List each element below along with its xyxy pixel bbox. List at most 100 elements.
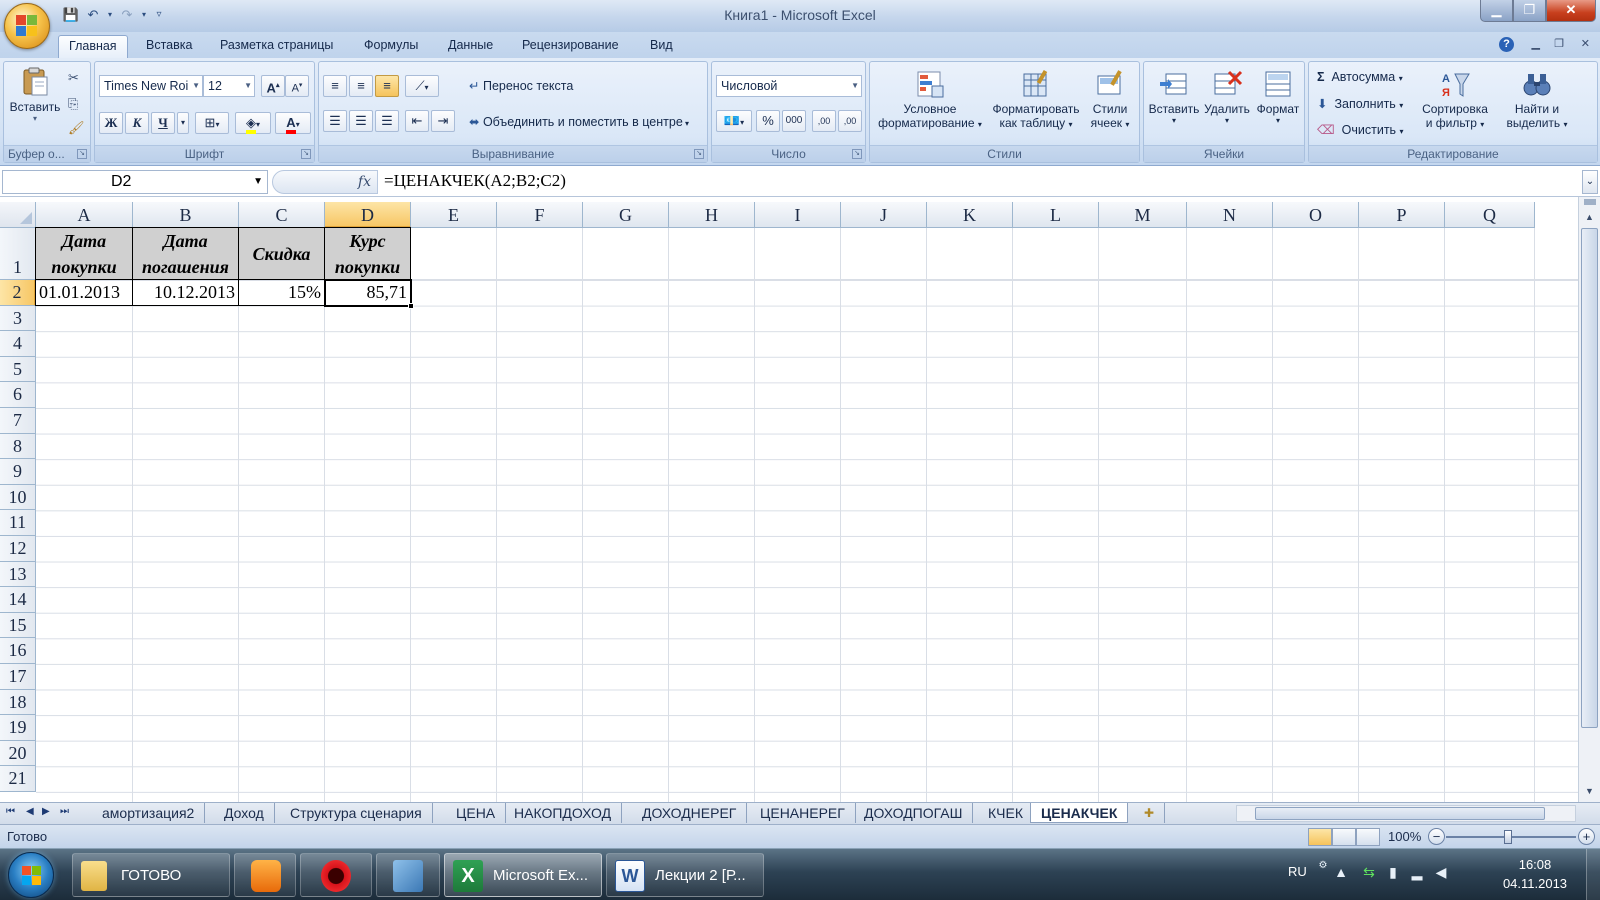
normal-view-icon[interactable]	[1308, 828, 1332, 846]
copy-icon[interactable]: ⎘	[68, 96, 78, 112]
formula-input[interactable]: =ЦЕНАКЧЕК(A2;B2;C2)	[384, 171, 566, 191]
row-header-10[interactable]: 10	[0, 484, 36, 511]
scroll-down-icon[interactable]: ▼	[1581, 783, 1598, 800]
align-center-button[interactable]: ☰	[349, 110, 373, 132]
row-header-16[interactable]: 16	[0, 638, 36, 664]
fill-handle[interactable]	[408, 302, 414, 309]
sheet-tab-7[interactable]: ЦЕНАНЕРЕГ	[750, 803, 856, 823]
ribbon-close-icon[interactable]: ✕	[1581, 37, 1590, 50]
tab-formulas[interactable]: Формулы	[364, 38, 418, 52]
help-icon[interactable]: ?	[1499, 37, 1514, 52]
alignment-launcher-icon[interactable]: ↘	[694, 149, 704, 159]
volume-icon[interactable]: ◀	[1432, 863, 1450, 881]
column-header-a[interactable]: A	[36, 202, 133, 228]
currency-button[interactable]: 💶▾	[716, 110, 752, 132]
number-launcher-icon[interactable]: ↘	[852, 149, 862, 159]
column-header-g[interactable]: G	[583, 202, 669, 228]
align-right-button[interactable]: ☰	[375, 110, 399, 132]
column-header-d[interactable]: D	[325, 202, 411, 228]
column-header-n[interactable]: N	[1187, 202, 1273, 228]
taskbar-word[interactable]: W Лекции 2 [Р...	[606, 853, 764, 897]
split-handle-icon[interactable]	[1584, 199, 1596, 205]
format-painter-icon[interactable]: 🖌	[68, 120, 85, 136]
sheet-tab-1[interactable]: амортизация2	[92, 803, 206, 823]
borders-button[interactable]: ⊞▾	[195, 112, 229, 134]
row-header-6[interactable]: 6	[0, 382, 36, 408]
select-all-button[interactable]	[0, 202, 36, 228]
row-header-13[interactable]: 13	[0, 561, 36, 588]
page-break-view-icon[interactable]	[1356, 828, 1380, 846]
align-middle-button[interactable]: ≡	[349, 75, 373, 97]
vertical-scroll-thumb[interactable]	[1581, 228, 1598, 728]
font-color-button[interactable]: A▾	[275, 112, 311, 134]
cell-styles-button[interactable]: Стили ячеек ▾	[1082, 68, 1138, 130]
network-sync-icon[interactable]: ⇆	[1360, 863, 1378, 881]
font-size-combo[interactable]: 12 ▼	[203, 75, 255, 97]
find-select-button[interactable]: Найти и выделить ▾	[1497, 68, 1577, 130]
column-header-f[interactable]: F	[497, 202, 583, 228]
cell-c1[interactable]: Скидка	[238, 227, 325, 280]
sheet-tab-8[interactable]: ДОХОДПОГАШ	[854, 803, 974, 823]
row-header-18[interactable]: 18	[0, 689, 36, 716]
tab-review[interactable]: Рецензирование	[522, 38, 619, 52]
taskbar-folder[interactable]: ГОТОВО	[72, 853, 230, 897]
row-header-17[interactable]: 17	[0, 664, 36, 690]
merge-center-button[interactable]: ⬌ Объединить и поместить в центре ▾	[469, 114, 689, 129]
column-header-j[interactable]: J	[841, 202, 927, 228]
format-as-table-button[interactable]: Форматировать как таблицу ▾	[986, 68, 1086, 130]
taskbar-opera[interactable]	[300, 853, 372, 897]
tab-home[interactable]: Главная	[58, 35, 128, 59]
font-launcher-icon[interactable]: ↘	[301, 149, 311, 159]
language-bar-icon[interactable]: ⚙	[1314, 857, 1332, 875]
close-button[interactable]: ✕	[1546, 0, 1596, 22]
column-header-i[interactable]: I	[755, 202, 841, 228]
sheet-tab-4[interactable]: ЦЕНА	[446, 803, 507, 823]
clear-button[interactable]: ⌫ Очистить ▾	[1317, 122, 1404, 137]
grow-font-button[interactable]: A▴	[261, 75, 285, 97]
taskbar-excel[interactable]: X Microsoft Ex...	[444, 853, 602, 897]
cell-d1[interactable]: Курс покупки	[324, 227, 411, 280]
tab-view[interactable]: Вид	[650, 38, 673, 52]
zoom-slider-thumb[interactable]	[1504, 830, 1512, 844]
font-name-combo[interactable]: Times New Roi ▼	[99, 75, 203, 97]
zoom-in-button[interactable]: +	[1578, 828, 1595, 845]
decrease-decimal-button[interactable]: ,00	[838, 110, 862, 132]
sheet-tab-9[interactable]: КЧЕК	[978, 803, 1034, 823]
cell-a2[interactable]: 01.01.2013	[35, 279, 133, 306]
percent-button[interactable]: %	[756, 110, 780, 132]
format-cells-button[interactable]: Формат ▾	[1252, 68, 1304, 125]
column-header-h[interactable]: H	[669, 202, 755, 228]
tab-insert[interactable]: Вставка	[146, 38, 192, 52]
last-sheet-icon[interactable]: ⏭	[60, 806, 69, 817]
row-header-15[interactable]: 15	[0, 612, 36, 639]
expand-formula-bar-icon[interactable]: ⌄	[1582, 170, 1598, 194]
maximize-button[interactable]: ❐	[1513, 0, 1546, 22]
row-header-7[interactable]: 7	[0, 408, 36, 434]
vertical-scrollbar[interactable]: ▲ ▼	[1578, 197, 1600, 802]
row-header-21[interactable]: 21	[0, 766, 36, 792]
cell-area[interactable]	[36, 280, 1578, 802]
cell-b1[interactable]: Дата погашения	[132, 227, 239, 280]
row-header-3[interactable]: 3	[0, 305, 36, 332]
row-header-20[interactable]: 20	[0, 740, 36, 767]
column-header-o[interactable]: O	[1273, 202, 1359, 228]
clipboard-launcher-icon[interactable]: ↘	[77, 149, 87, 159]
increase-indent-button[interactable]: ⇥	[431, 110, 455, 132]
language-indicator[interactable]: RU	[1288, 864, 1307, 879]
wrap-text-button[interactable]: ↵ Перенос текста	[469, 78, 573, 93]
insert-function-icon[interactable]: fx	[358, 174, 371, 190]
column-header-l[interactable]: L	[1013, 202, 1099, 228]
horizontal-scroll-thumb[interactable]	[1255, 807, 1545, 820]
ribbon-minimize-icon[interactable]: ▁	[1532, 37, 1540, 50]
shrink-font-button[interactable]: A▾	[285, 75, 309, 97]
first-sheet-icon[interactable]: ⏮	[6, 806, 15, 817]
underline-dropdown-icon[interactable]: ▾	[177, 112, 189, 134]
row-header-12[interactable]: 12	[0, 536, 36, 562]
minimize-button[interactable]: ▁	[1480, 0, 1513, 22]
ribbon-restore-icon[interactable]: ❐	[1554, 37, 1564, 50]
row-header-8[interactable]: 8	[0, 433, 36, 460]
orientation-button[interactable]: ⟋▾	[405, 75, 439, 97]
dropdown-arrow-icon[interactable]: ▼	[253, 171, 263, 193]
thousands-button[interactable]: 000	[782, 110, 806, 132]
tab-data[interactable]: Данные	[448, 38, 493, 52]
